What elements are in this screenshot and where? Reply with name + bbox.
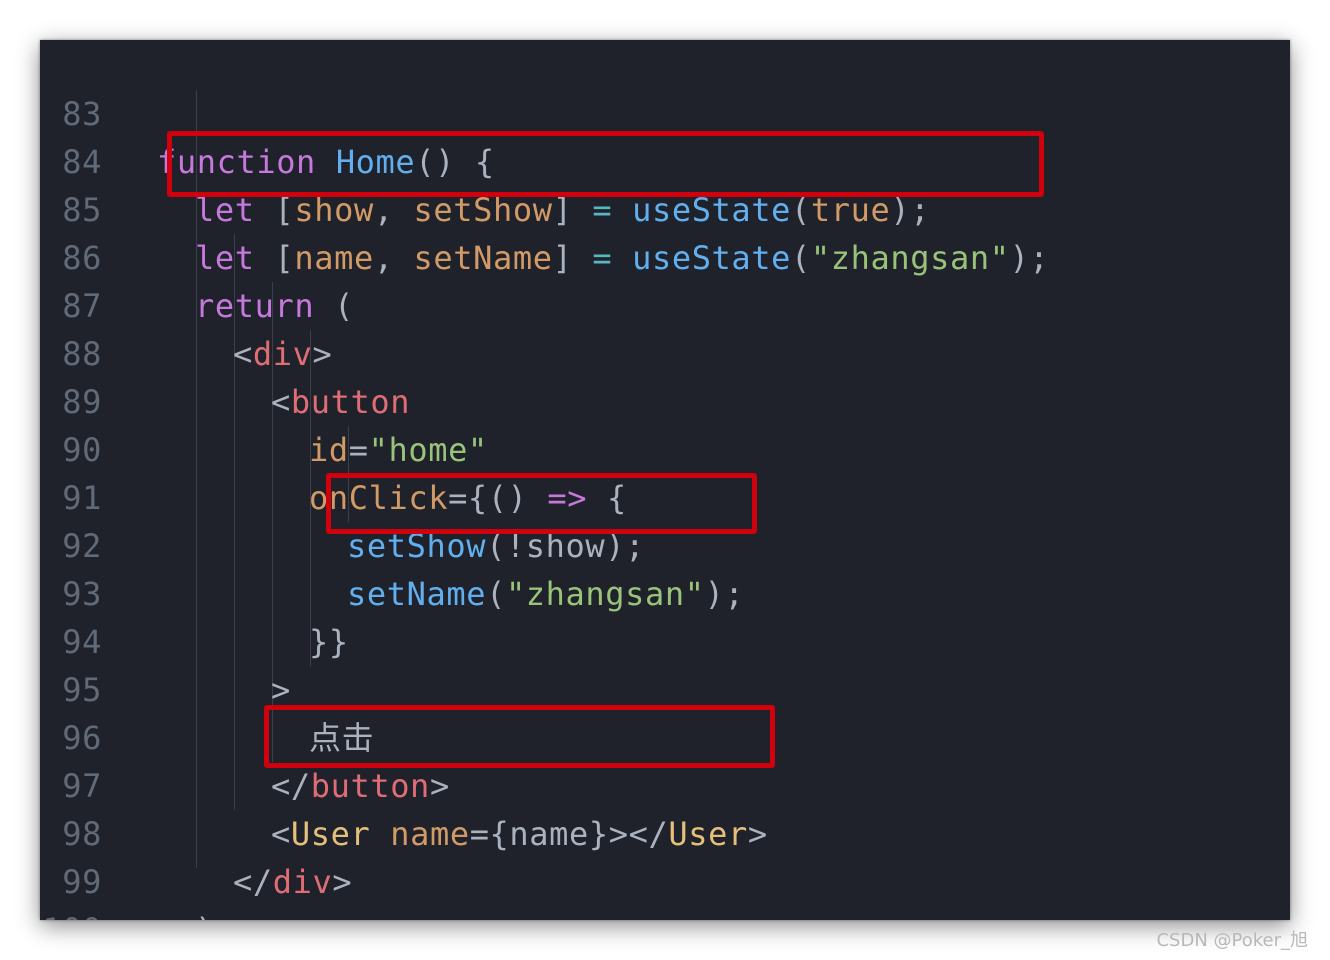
code-line[interactable]: 83 function Home() { [40,42,1290,181]
code-line[interactable]: 87 <div> [40,234,1290,373]
highlight-box-line-97 [264,705,775,768]
code-editor[interactable]: 83 function Home() { 84 let [show, setSh… [40,40,1290,920]
code-line[interactable]: 95 点击 [40,618,1290,757]
watermark-text: CSDN @Poker_旭 [1156,930,1308,951]
code-line[interactable]: 101 [40,906,1290,920]
code-line[interactable]: 98 </div> [40,762,1290,901]
code-line[interactable]: 100 } [40,858,1290,920]
code-line[interactable]: 89 id="home" [40,330,1290,469]
code-line[interactable]: 90 onClick={() => { [40,378,1290,517]
code-line[interactable]: 88 <button [40,282,1290,421]
highlight-box-line-85 [167,131,1044,197]
code-line[interactable]: 94 > [40,570,1290,709]
code-line[interactable]: 99 ); [40,810,1290,920]
highlight-box-line-92 [326,473,757,534]
code-line[interactable]: 91 setShow(!show); [40,426,1290,565]
